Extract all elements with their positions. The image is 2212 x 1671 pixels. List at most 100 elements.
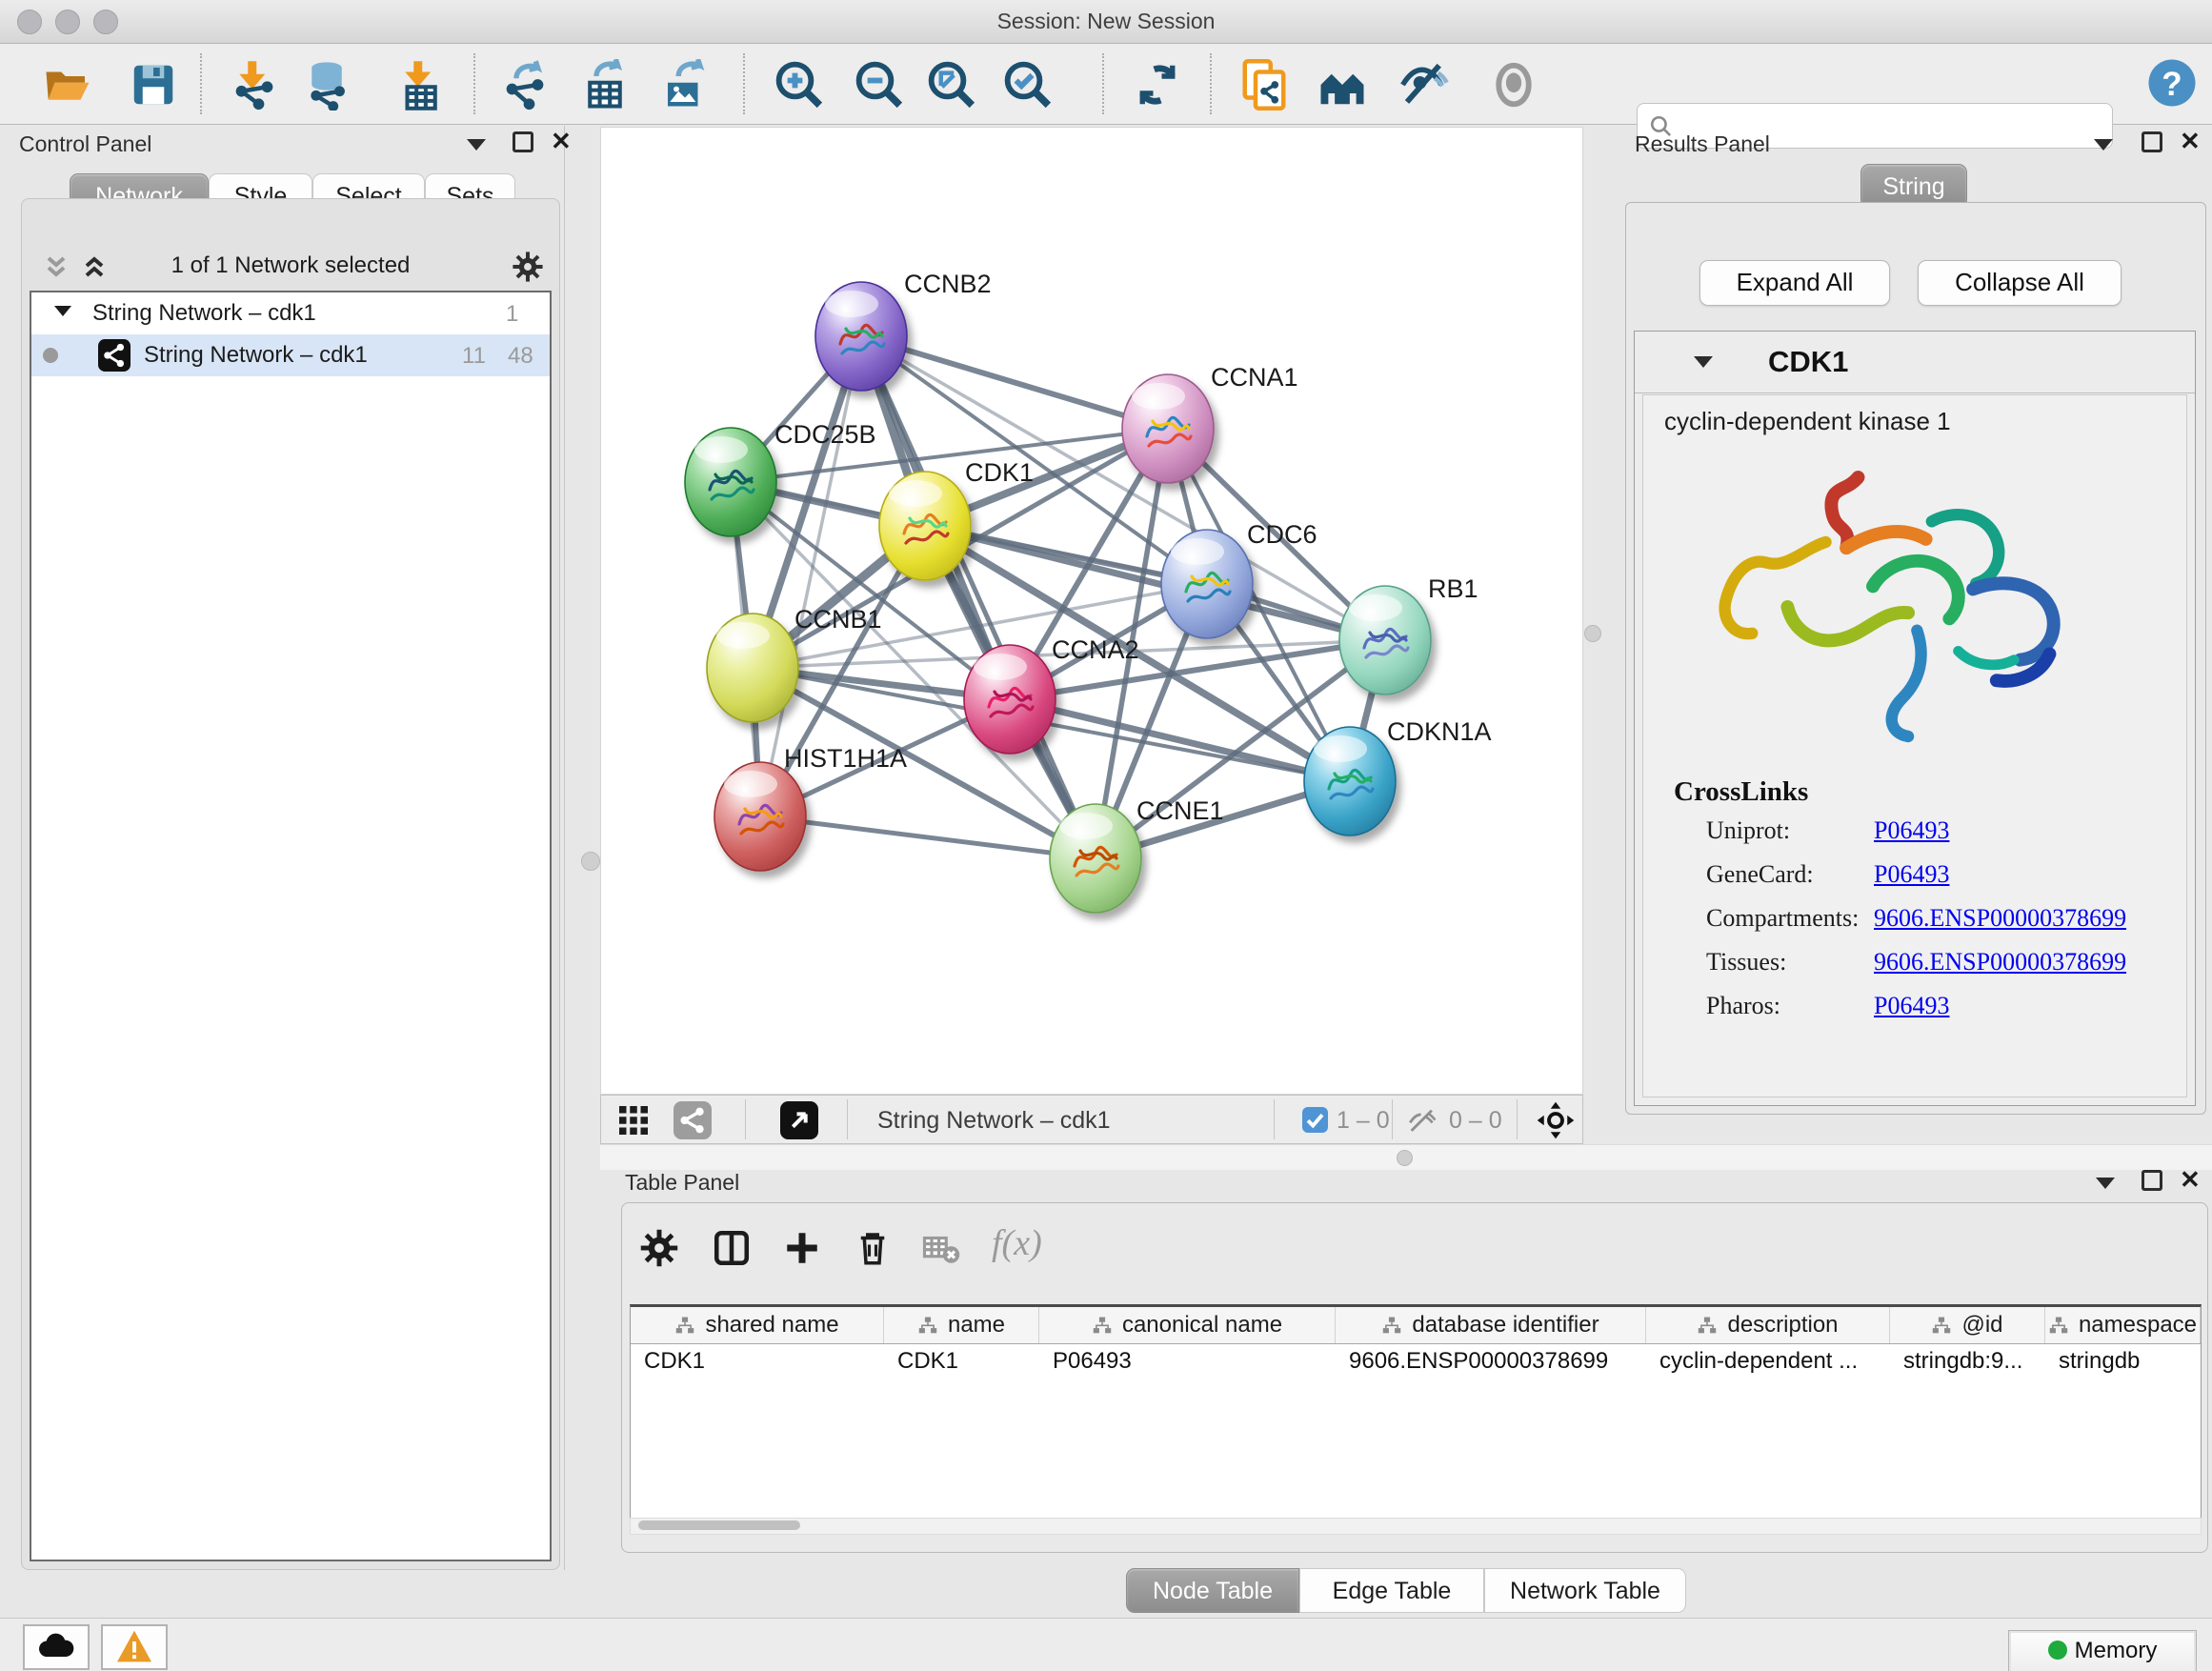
network-node-CCNE1[interactable] (1050, 804, 1141, 913)
network-node-CCNB1[interactable] (707, 614, 798, 722)
node-table[interactable]: shared namenamecanonical namedatabase id… (630, 1304, 2202, 1519)
network-node-RB1[interactable] (1339, 586, 1431, 695)
memory-button[interactable]: Memory (2008, 1630, 2197, 1671)
refresh-icon[interactable] (1132, 59, 1183, 111)
table-cell[interactable]: stringdb (2045, 1344, 2201, 1379)
crosslink-link[interactable]: 9606.ENSP00000378699 (1874, 948, 2126, 976)
scrollbar-thumb[interactable] (638, 1520, 800, 1530)
network-node-HIST1H1A[interactable] (714, 762, 806, 871)
column-header-description[interactable]: description (1646, 1307, 1890, 1343)
gene-section-header[interactable]: CDK1 (1635, 332, 2195, 393)
home-icon[interactable] (1317, 59, 1368, 111)
collapse-all-button[interactable]: Collapse All (1918, 260, 2122, 306)
tab-network-table[interactable]: Network Table (1484, 1568, 1686, 1613)
sort-tree-icon[interactable] (917, 1316, 938, 1335)
table-cell[interactable]: P06493 (1039, 1344, 1336, 1379)
network-edge[interactable] (861, 336, 1096, 858)
panel-close-icon[interactable]: ✕ (2180, 1170, 2201, 1189)
gear-icon[interactable] (512, 251, 544, 288)
open-session-icon[interactable] (42, 59, 93, 111)
network-node-CCNB2[interactable] (815, 282, 907, 391)
panel-menu-icon[interactable] (2094, 139, 2113, 151)
network-node-CCNA1[interactable] (1122, 374, 1214, 483)
table-cell[interactable]: 9606.ENSP00000378699 (1336, 1344, 1646, 1379)
collapse-section-icon[interactable] (1694, 356, 1713, 368)
network-node-CDK1[interactable] (879, 472, 971, 580)
column-header-namespace[interactable]: namespace (2045, 1307, 2201, 1343)
panel-close-icon[interactable]: ✕ (551, 131, 572, 151)
zoom-in-icon[interactable] (774, 59, 825, 111)
clear-table-icon[interactable] (921, 1228, 963, 1270)
help-icon[interactable]: ? (2145, 56, 2197, 108)
save-session-icon[interactable] (128, 59, 179, 111)
tree-expand-icon[interactable] (54, 306, 71, 316)
column-header-name[interactable]: name (884, 1307, 1039, 1343)
network-node-CCNA2[interactable] (964, 645, 1056, 754)
column-header-shared-name[interactable]: shared name (631, 1307, 884, 1343)
column-header--id[interactable]: @id (1890, 1307, 2045, 1343)
zoom-selected-icon[interactable] (1002, 59, 1054, 111)
panel-float-icon[interactable] (2142, 1170, 2162, 1191)
export-network-icon[interactable] (499, 59, 551, 111)
string-network-graph[interactable]: CCNB2CCNA1CDC25BCDK1CDC6RB1CCNB1CCNA2CDK… (601, 128, 1582, 1094)
sort-tree-icon[interactable] (674, 1316, 695, 1335)
network-edge[interactable] (861, 336, 1168, 429)
sort-tree-icon[interactable] (1092, 1316, 1113, 1335)
panel-close-icon[interactable]: ✕ (2180, 131, 2201, 151)
network-node-CDKN1A[interactable] (1304, 727, 1396, 836)
cloud-button[interactable] (23, 1624, 90, 1670)
function-builder-icon[interactable]: f(x) (992, 1222, 1077, 1264)
zoom-fit-icon[interactable] (926, 59, 977, 111)
add-column-icon[interactable] (782, 1228, 824, 1270)
network-node-CDC25B[interactable] (685, 428, 776, 536)
table-cell[interactable]: CDK1 (884, 1344, 1039, 1379)
selected-checkbox-icon[interactable] (1302, 1107, 1328, 1137)
sort-tree-icon[interactable] (2048, 1316, 2069, 1335)
hide-eye-icon[interactable] (1398, 59, 1450, 111)
tab-node-table[interactable]: Node Table (1126, 1568, 1299, 1613)
export-table-icon[interactable] (579, 59, 631, 111)
show-eye-icon[interactable] (1488, 59, 1539, 111)
network-edge[interactable] (760, 816, 1096, 858)
sort-tree-icon[interactable] (1381, 1316, 1402, 1335)
crosslink-link[interactable]: 9606.ENSP00000378699 (1874, 904, 2126, 933)
import-table-icon[interactable] (394, 59, 446, 111)
column-header-database-identifier[interactable]: database identifier (1336, 1307, 1646, 1343)
left-splitter-handle[interactable] (581, 852, 600, 871)
table-cell[interactable]: CDK1 (631, 1344, 884, 1379)
panel-menu-icon[interactable] (467, 139, 486, 151)
fit-content-move-icon[interactable] (1536, 1100, 1576, 1145)
delete-column-trash-icon[interactable] (853, 1228, 895, 1270)
zoom-out-icon[interactable] (854, 59, 905, 111)
export-image-icon[interactable] (659, 59, 711, 111)
tab-edge-table[interactable]: Edge Table (1299, 1568, 1484, 1613)
table-cell[interactable]: stringdb:9... (1890, 1344, 2045, 1379)
splitter-handle[interactable] (1397, 1150, 1413, 1166)
grid-view-icon[interactable] (616, 1103, 651, 1142)
network-canvas[interactable]: CCNB2CCNA1CDC25BCDK1CDC6RB1CCNB1CCNA2CDK… (600, 127, 1583, 1095)
panel-float-icon[interactable] (2142, 131, 2162, 152)
sort-tree-icon[interactable] (1931, 1316, 1952, 1335)
network-node-CDC6[interactable] (1161, 530, 1253, 638)
expand-all-button[interactable]: Expand All (1699, 260, 1890, 306)
panel-float-icon[interactable] (513, 131, 533, 152)
annotation-icon[interactable] (1238, 59, 1290, 111)
right-splitter-handle[interactable] (1584, 625, 1601, 642)
panel-menu-icon[interactable] (2096, 1178, 2115, 1189)
network-share-icon[interactable] (674, 1101, 712, 1144)
table-cell[interactable]: cyclin-dependent ... (1646, 1344, 1890, 1379)
warning-button[interactable] (101, 1624, 168, 1670)
crosslink-link[interactable]: P06493 (1874, 860, 1949, 889)
table-row[interactable]: CDK1CDK1P064939606.ENSP00000378699cyclin… (631, 1344, 2201, 1379)
table-horizontal-scrollbar[interactable] (630, 1518, 2202, 1535)
birdseye-view-icon[interactable] (780, 1101, 818, 1144)
import-network-database-icon[interactable] (301, 59, 352, 111)
import-network-file-icon[interactable] (229, 59, 280, 111)
network-collection-row[interactable]: String Network – cdk1 1 (31, 292, 550, 334)
column-header-canonical-name[interactable]: canonical name (1039, 1307, 1336, 1343)
crosslink-link[interactable]: P06493 (1874, 816, 1949, 845)
sort-tree-icon[interactable] (1697, 1316, 1718, 1335)
columns-icon[interactable] (712, 1228, 754, 1270)
table-settings-gear-icon[interactable] (639, 1228, 681, 1270)
crosslink-link[interactable]: P06493 (1874, 992, 1949, 1020)
